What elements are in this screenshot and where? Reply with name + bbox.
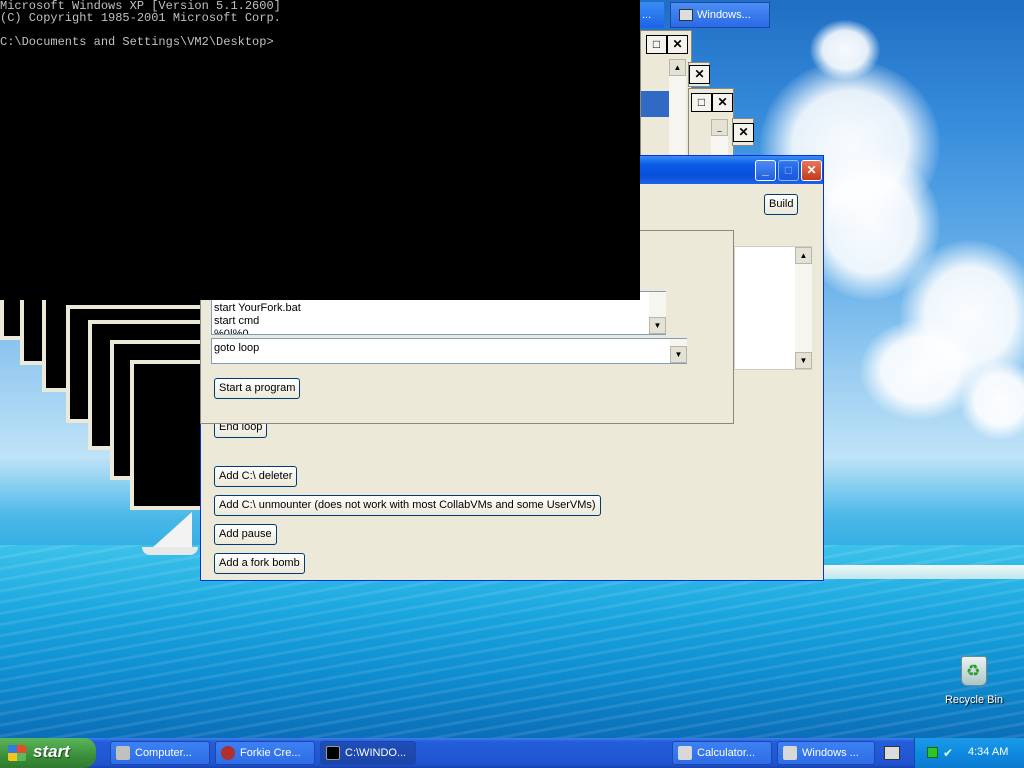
goto-textbox[interactable]: goto loop ▼ — [211, 338, 687, 364]
close-button[interactable]: ✕ — [733, 123, 754, 142]
stacked-window-4-close: ✕ — [732, 118, 754, 146]
bug-icon — [221, 746, 235, 760]
maximize-button[interactable]: □ — [691, 93, 712, 112]
close-button[interactable]: ✕ — [667, 35, 688, 54]
taskbar: start Computer... Forkie Cre... C:\WINDO… — [0, 738, 1024, 768]
sailboat-hull — [142, 547, 198, 555]
scroll-down-arrow[interactable]: ▼ — [649, 317, 666, 334]
taskbar-item-label: Forkie Cre... — [240, 747, 301, 759]
scroll-up-arrow[interactable]: _ — [711, 119, 728, 136]
windows-button[interactable]: Windows... — [670, 2, 770, 28]
safely-remove-icon[interactable]: ✔ — [943, 746, 957, 760]
windows-button-label: Windows... — [697, 9, 751, 21]
calculator-icon — [678, 746, 692, 760]
stacked-window-2-close: ✕ — [688, 62, 710, 87]
scroll-down-arrow[interactable]: ▼ — [795, 352, 812, 369]
desktop: ... Windows... □ ✕ ▲ ✕ □ ✕ _ ▼ ✕ _ □ ✕ B… — [0, 0, 1024, 738]
shore — [820, 565, 1024, 579]
taskbar-item-cmd[interactable]: C:\WINDO... — [320, 741, 416, 765]
start-program-button[interactable]: Start a program — [214, 378, 301, 399]
taskbar-item-label: Calculator... — [697, 747, 756, 759]
taskbar-item-label: C:\WINDO... — [345, 747, 407, 759]
recycle-bin-icon — [961, 656, 987, 686]
cmd-line: C:\Documents and Settings\VM2\Desktop> — [0, 35, 274, 49]
system-tray: ✔ 4:34 AM — [914, 738, 1024, 768]
clock[interactable]: 4:34 AM — [968, 746, 1008, 758]
taskbar-item-label: Windows ... — [802, 747, 859, 759]
cmd-icon — [326, 746, 340, 760]
taskbar-item-forkie-creator[interactable]: Forkie Cre... — [215, 741, 315, 765]
close-button[interactable]: ✕ — [689, 65, 710, 84]
taskbar-item-label: Computer... — [135, 747, 192, 759]
taskbar-item-windows[interactable]: Windows ... — [777, 741, 875, 765]
scroll-down-arrow[interactable]: ▼ — [670, 346, 687, 363]
window-title-text: ... — [642, 9, 652, 21]
output-box[interactable]: ▲ ▼ — [734, 246, 812, 370]
close-button[interactable]: ✕ — [712, 93, 733, 112]
cmd-line: (C) Copyright 1985-2001 Microsoft Corp. — [0, 11, 281, 25]
network-icon[interactable] — [927, 747, 938, 758]
recycle-bin[interactable]: Recycle Bin — [940, 656, 1008, 706]
window-trail — [130, 360, 210, 510]
taskbar-item-computer[interactable]: Computer... — [110, 741, 210, 765]
recycle-bin-label: Recycle Bin — [944, 694, 1004, 706]
maximize-button[interactable]: □ — [778, 160, 799, 181]
computer-icon — [116, 746, 130, 760]
cloud — [960, 360, 1024, 440]
scroll-up-arrow[interactable]: ▲ — [669, 59, 686, 76]
add-c-unmounter-button[interactable]: Add C:\ unmounter (does not work with mo… — [214, 495, 601, 516]
add-fork-bomb-button[interactable]: Add a fork bomb — [214, 553, 305, 574]
sailboat-sail — [152, 512, 192, 548]
close-button[interactable]: ✕ — [801, 160, 822, 181]
cloud — [810, 20, 880, 80]
keyboard-icon[interactable] — [884, 746, 900, 760]
window-title-fragment: ... — [640, 2, 664, 28]
minimize-button[interactable]: _ — [755, 160, 776, 181]
scrollbar[interactable]: ▲ ▼ — [795, 247, 812, 369]
code-line: start cmd — [214, 315, 260, 327]
add-pause-button[interactable]: Add pause — [214, 524, 277, 545]
scrollbar[interactable]: ▼ — [649, 292, 666, 334]
windows-icon — [679, 9, 693, 21]
maximize-button[interactable]: □ — [646, 35, 667, 54]
scrollbar[interactable]: ▼ — [670, 339, 687, 363]
code-line: %0|%0 — [214, 328, 249, 334]
code-line: goto loop — [214, 342, 260, 354]
windows-icon — [783, 746, 797, 760]
scroll-up-arrow[interactable]: ▲ — [795, 247, 812, 264]
windows-flag-icon — [8, 745, 26, 761]
selected-row — [641, 91, 669, 117]
taskbar-item-calculator[interactable]: Calculator... — [672, 741, 772, 765]
command-prompt[interactable]: Microsoft Windows XP [Version 5.1.2600] … — [0, 0, 640, 300]
start-button[interactable]: start — [0, 738, 96, 768]
add-c-deleter-button[interactable]: Add C:\ deleter — [214, 466, 298, 487]
code-line: start YourFork.bat — [214, 302, 301, 314]
build-button[interactable]: Build — [764, 194, 799, 215]
start-label: start — [33, 742, 70, 761]
